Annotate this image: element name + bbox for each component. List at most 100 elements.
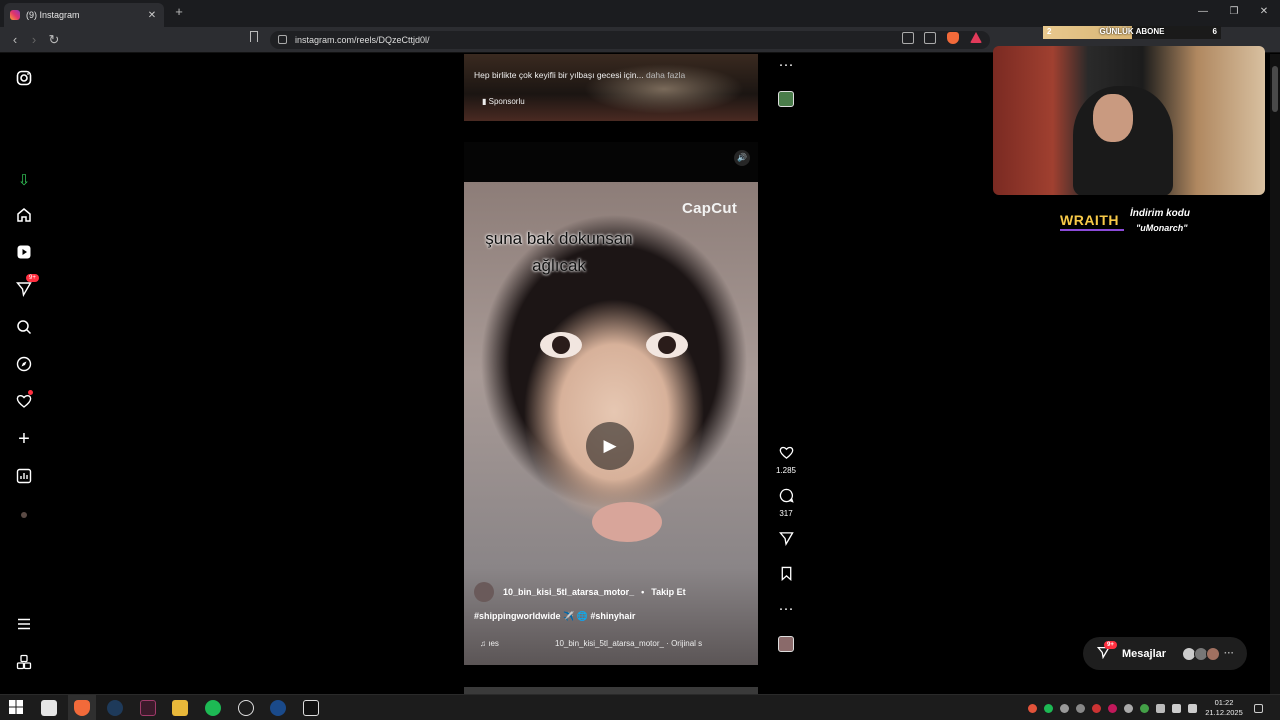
heart-icon (774, 445, 798, 465)
tray-icon[interactable] (1028, 704, 1037, 713)
reel-hashtags[interactable]: #shippingworldwide ✈️ 🌐 #shinyhair (474, 611, 754, 622)
megaphone-icon: ▮ (482, 97, 487, 106)
forward-arrow-icon[interactable]: › (25, 31, 43, 49)
explore-compass-icon[interactable] (15, 355, 33, 373)
app-icon[interactable] (238, 700, 254, 716)
comment-icon (774, 488, 798, 508)
previous-audio-thumbnail[interactable] (778, 91, 794, 107)
back-arrow-icon[interactable]: ‹ (6, 31, 24, 49)
audio-track-text: 10_bin_kisi_5tl_atarsa_motor_ · Orijinal… (555, 639, 703, 648)
bookmark-icon (774, 566, 798, 586)
window-restore-button[interactable]: ❐ (1225, 4, 1243, 20)
window-minimize-button[interactable]: — (1194, 4, 1212, 20)
audio-thumbnail[interactable] (778, 636, 794, 652)
dashboard-icon[interactable] (15, 467, 33, 485)
reels-icon[interactable] (15, 243, 33, 261)
new-tab-button[interactable]: + (172, 5, 186, 19)
more-dots-icon: ··· (778, 600, 794, 617)
more-options-button[interactable]: ··· (774, 600, 798, 618)
streamer-face (1093, 94, 1133, 142)
brave-browser-icon[interactable] (74, 700, 90, 716)
tray-icon[interactable] (1140, 704, 1149, 713)
tab-title: (9) Instagram (26, 10, 80, 20)
like-button[interactable]: 1.285 (774, 445, 798, 475)
goal-target: 6 (1212, 27, 1217, 36)
audio-info[interactable]: ♫ ıes 10_bin_kisi_5tl_atarsa_motor_ · Or… (480, 639, 750, 648)
site-info-icon[interactable] (278, 35, 287, 44)
video-frame-detail (540, 332, 582, 358)
profile-avatar[interactable] (15, 506, 33, 524)
follow-button[interactable]: Takip Et (651, 587, 685, 597)
spotify-icon[interactable] (205, 700, 221, 716)
like-count: 1.285 (775, 466, 797, 475)
audio-left-text: ♫ ıes (480, 639, 499, 648)
file-explorer-icon[interactable] (172, 700, 188, 716)
home-icon[interactable] (15, 206, 33, 224)
bookmark-icon[interactable] (250, 31, 258, 42)
save-button[interactable] (774, 566, 798, 586)
previous-reel[interactable]: Hep birlikte çok keyifli bir yılbaşı gec… (464, 54, 758, 121)
author-avatar[interactable] (474, 582, 494, 602)
also-from-meta-icon[interactable] (15, 653, 33, 671)
comment-button[interactable]: 317 (774, 488, 798, 518)
volume-icon[interactable] (1172, 704, 1181, 713)
sponsored-label: ▮ Sponsorlu (482, 97, 525, 106)
cast-icon[interactable] (902, 32, 914, 44)
instagram-sidebar: ⇩ 9+ + (0, 54, 48, 694)
author-username[interactable]: 10_bin_kisi_5tl_atarsa_motor_ (503, 587, 634, 597)
steam-icon[interactable] (107, 700, 123, 716)
tray-icon[interactable] (1124, 704, 1133, 713)
page-scrollbar[interactable] (1270, 54, 1280, 694)
address-bar[interactable]: instagram.com/reels/DQzeCttjd0l/ (270, 31, 990, 49)
screen: (9) Instagram ✕ + — ❐ ✕ ‹ › ↻ instagram.… (0, 0, 1280, 720)
previous-reel-more-button[interactable]: ··· (774, 56, 798, 74)
discount-code: "uMonarch" (1136, 223, 1188, 233)
windows-taskbar: 01:22 21.12.2025 (0, 694, 1280, 720)
tab-close-icon[interactable]: ✕ (146, 10, 158, 21)
search-icon[interactable] (15, 318, 33, 336)
windows-start-icon[interactable] (9, 700, 25, 716)
reload-icon[interactable]: ↻ (45, 31, 63, 49)
reel-info: 10_bin_kisi_5tl_atarsa_motor_ • Takip Et… (474, 582, 754, 622)
steam-icon[interactable] (270, 700, 286, 716)
subscriber-goal-bar: 2 GÜNLÜK ABONE 6 (1043, 26, 1221, 39)
previous-reel-more-link[interactable]: daha fazla (646, 70, 685, 80)
share-icon[interactable] (924, 32, 936, 44)
notifications-badge: 9+ (26, 274, 39, 282)
play-button[interactable]: ▶ (586, 422, 634, 470)
clock-date: 21.12.2025 (1205, 708, 1243, 717)
messages-avatars (1182, 646, 1221, 661)
window-close-button[interactable]: ✕ (1255, 4, 1273, 20)
next-reel[interactable] (464, 687, 758, 694)
volume-icon[interactable]: 🔊 (734, 150, 750, 166)
share-button[interactable] (774, 531, 798, 551)
app-icon[interactable] (140, 700, 156, 716)
instagram-logo-icon[interactable] (15, 69, 33, 87)
microphone-icon[interactable] (1156, 704, 1165, 713)
store-icon[interactable] (41, 700, 57, 716)
menu-hamburger-icon[interactable] (15, 615, 33, 633)
tray-icon[interactable] (1060, 704, 1069, 713)
notification-center-icon[interactable] (1254, 704, 1263, 713)
tray-spotify-icon[interactable] (1044, 704, 1053, 713)
app-icon[interactable] (303, 700, 319, 716)
system-clock[interactable]: 01:22 21.12.2025 (1200, 698, 1248, 718)
create-plus-icon[interactable]: + (15, 428, 33, 450)
brave-shield-icon[interactable] (947, 32, 959, 44)
download-icon[interactable]: ⇩ (15, 171, 33, 189)
tray-icon[interactable] (1076, 704, 1085, 713)
brave-rewards-icon[interactable] (970, 32, 982, 43)
instagram-favicon-icon (10, 10, 20, 20)
video-frame-detail (592, 502, 662, 542)
browser-tab-instagram[interactable]: (9) Instagram ✕ (4, 3, 164, 27)
notifications-heart-icon[interactable] (15, 390, 33, 410)
tray-icon[interactable] (1108, 704, 1117, 713)
reel-top-bar (464, 142, 758, 182)
reel-player[interactable]: 🔊 CapCut şuna bak dokunsan ağlıcak ▶ 10_… (464, 142, 758, 665)
scrollbar-thumb[interactable] (1272, 66, 1278, 112)
messages-button[interactable]: 9+ Mesajlar ··· (1083, 637, 1247, 670)
tray-icon[interactable] (1092, 704, 1101, 713)
network-icon[interactable] (1188, 704, 1197, 713)
direct-messages-icon[interactable]: 9+ (15, 274, 39, 298)
messages-label: Mesajlar (1122, 647, 1167, 660)
